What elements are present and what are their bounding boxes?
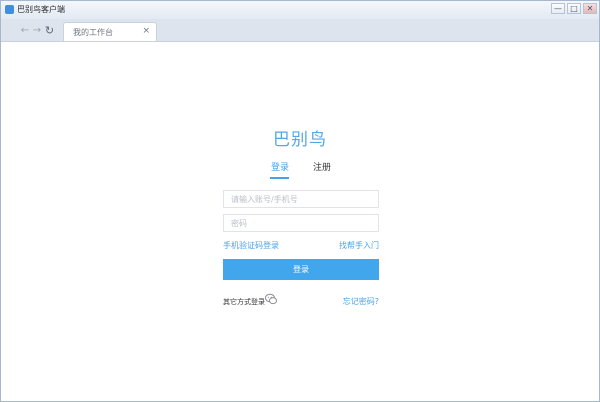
tab-close-icon[interactable]: × bbox=[142, 26, 150, 37]
brand-logo: 巴别鸟 bbox=[273, 130, 327, 150]
browser-tab-bar: ← → ↻ 我的工作台 × bbox=[1, 19, 599, 42]
minimize-button[interactable]: — bbox=[551, 3, 565, 14]
tab-login[interactable]: 登录 bbox=[271, 162, 289, 174]
login-page: 巴别鸟 登录 注册 手机验证码登录 找帮手入门 登录 其它方式登录 忘记密码? bbox=[1, 42, 599, 401]
title-bar: 巴别鸟客户端 — □ ✕ bbox=[1, 1, 599, 19]
phone-code-login-link[interactable]: 手机验证码登录 bbox=[223, 240, 279, 251]
login-tabs: 登录 注册 bbox=[263, 162, 343, 180]
window-controls: — □ ✕ bbox=[549, 3, 597, 16]
wechat-icon[interactable] bbox=[265, 293, 277, 305]
login-button[interactable]: 登录 bbox=[223, 259, 379, 280]
maximize-button[interactable]: □ bbox=[567, 3, 581, 14]
app-icon bbox=[5, 5, 14, 14]
hire-helper-link[interactable]: 找帮手入门 bbox=[339, 240, 379, 251]
tab-register[interactable]: 注册 bbox=[313, 162, 331, 174]
app-window: 巴别鸟客户端 — □ ✕ ← → ↻ 我的工作台 × 巴别鸟 登录 注册 手机验… bbox=[0, 0, 600, 402]
browser-tab[interactable]: 我的工作台 × bbox=[63, 22, 157, 41]
refresh-button[interactable]: ↻ bbox=[43, 24, 56, 37]
window-title: 巴别鸟客户端 bbox=[17, 5, 65, 14]
close-button[interactable]: ✕ bbox=[583, 3, 597, 14]
forgot-password-link[interactable]: 忘记密码? bbox=[343, 296, 379, 307]
back-button[interactable]: ← bbox=[19, 25, 31, 36]
forward-button[interactable]: → bbox=[31, 25, 43, 36]
active-tab-indicator bbox=[270, 177, 289, 179]
other-login-label: 其它方式登录 bbox=[223, 298, 265, 306]
password-input[interactable] bbox=[223, 214, 379, 232]
username-input[interactable] bbox=[223, 190, 379, 208]
tab-label: 我的工作台 bbox=[73, 28, 113, 37]
